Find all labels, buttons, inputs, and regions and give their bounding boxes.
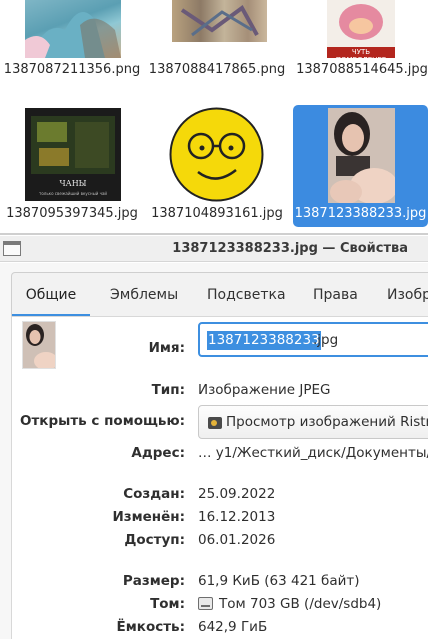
file-thumbnail: [25, 0, 121, 58]
file-name: 1387104893161.jpg: [151, 206, 283, 221]
type-label: Тип:: [151, 382, 185, 398]
image-viewer-icon: [208, 417, 222, 429]
screen: 1387087211356.png 1387088417865.png ЧУТЬ…: [0, 0, 428, 639]
capacity-label: Ёмкость:: [116, 619, 185, 635]
file-item[interactable]: 1387087211356.png: [3, 0, 141, 95]
name-field[interactable]: 1387123388233 .jpg: [198, 322, 428, 357]
tab-content-general: [11, 316, 428, 639]
open-with-button[interactable]: Просмотр изображений Ristre: [198, 405, 428, 439]
modified-label: Изменён:: [112, 509, 185, 525]
file-thumbnail: [328, 108, 395, 203]
file-grid: 1387087211356.png 1387088417865.png ЧУТЬ…: [0, 0, 428, 232]
size-value: 61,9 КиБ (63 421 байт): [198, 573, 360, 589]
accessed-label: Доступ:: [124, 532, 185, 548]
window-titlebar[interactable]: 1387123388233.jpg — Свойства: [0, 236, 428, 262]
file-name: 1387123388233.jpg: [294, 206, 427, 221]
volume-label: Том:: [150, 596, 185, 612]
thumbnail-art: [328, 108, 395, 203]
file-thumbnail: [168, 106, 265, 203]
file-item[interactable]: 1387104893161.jpg: [148, 102, 286, 227]
file-thumbnail: ЧУТЬ ПОМЕДЛЕНЕЕ: [327, 0, 395, 58]
thumbnail-subcaption: только свежайший вкусный чай: [38, 191, 108, 196]
window-title: 1387123388233.jpg — Свойства: [172, 241, 408, 256]
created-value: 25.09.2022: [198, 486, 276, 502]
capacity-value: 642,9 ГиБ: [198, 619, 268, 635]
file-name: 1387095397345.jpg: [6, 206, 138, 221]
accessed-value: 06.01.2026: [198, 532, 276, 548]
tab-highlight[interactable]: Подсветка: [207, 273, 286, 317]
tab-bar: Общие Эмблемы Подсветка Права Изобр: [11, 272, 428, 317]
file-item[interactable]: 1387088417865.png: [148, 0, 286, 95]
name-field-selection: 1387123388233: [207, 331, 321, 350]
tab-image[interactable]: Изобр: [387, 273, 428, 317]
drive-icon: [198, 597, 213, 610]
thumbnail-caption: ЧАНЫ: [59, 179, 87, 188]
thumbnail-art: [25, 12, 121, 58]
volume-value: Том 703 GB (/dev/sdb4): [219, 596, 382, 612]
file-thumbnail: ЧАНЫ только свежайший вкусный чай: [25, 108, 121, 201]
divider: [0, 233, 428, 235]
address-value: … у1/Жесткий_диск/Документы/: [198, 445, 428, 461]
created-label: Создан:: [123, 486, 185, 502]
open-with-app-name: Просмотр изображений Ristre: [226, 414, 428, 430]
size-label: Размер:: [122, 573, 185, 589]
file-name: 1387088514645.jpg: [296, 62, 428, 77]
tab-general[interactable]: Общие: [12, 273, 90, 317]
file-name: 1387088417865.png: [148, 62, 286, 77]
thumbnail-art: [180, 5, 259, 37]
thumbnail-caption: ЧУТЬ ПОМЕДЛЕНЕЕ: [336, 48, 387, 58]
file-thumbnail: [172, 0, 267, 42]
type-value: Изображение JPEG: [198, 382, 331, 398]
thumbnail-art: [169, 107, 264, 202]
modified-value: 16.12.2013: [198, 509, 276, 525]
preview-art: [23, 322, 55, 368]
file-preview-thumbnail: [22, 321, 56, 369]
file-item[interactable]: ЧАНЫ только свежайший вкусный чай 138709…: [3, 102, 141, 227]
tab-emblems[interactable]: Эмблемы: [110, 273, 178, 317]
file-item[interactable]: ЧУТЬ ПОМЕДЛЕНЕЕ 1387088514645.jpg: [293, 0, 428, 95]
file-item-selected[interactable]: 1387123388233.jpg: [293, 105, 428, 227]
open-with-label: Открыть с помощью:: [20, 413, 185, 429]
tab-permissions[interactable]: Права: [313, 273, 358, 317]
address-label: Адрес:: [131, 445, 185, 461]
name-label: Имя:: [148, 340, 185, 356]
name-field-extension: .jpg: [313, 332, 339, 348]
file-name: 1387087211356.png: [3, 62, 141, 77]
